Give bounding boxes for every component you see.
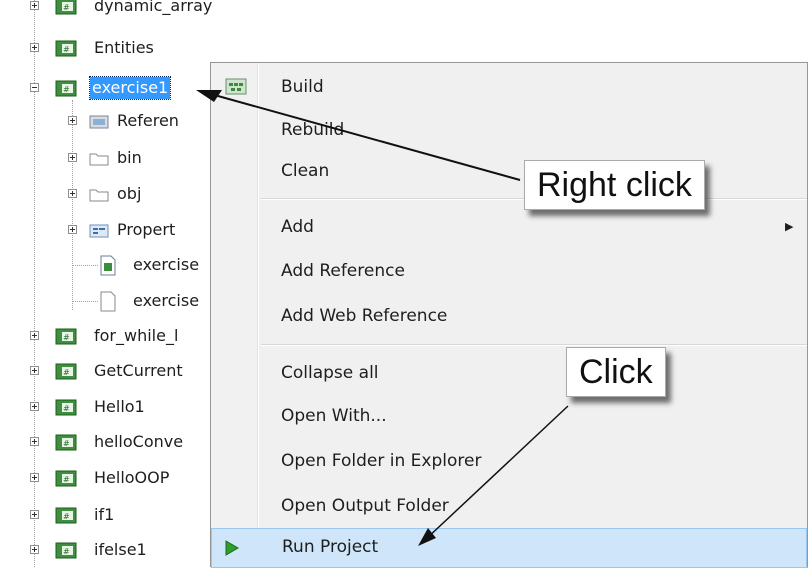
click-arrow-line (424, 405, 569, 541)
right-click-callout: Right click (524, 160, 705, 210)
click-callout: Click (566, 347, 666, 397)
annotation-arrows (196, 90, 569, 546)
click-arrowhead (418, 528, 436, 546)
right-click-arrow-line (199, 90, 521, 181)
